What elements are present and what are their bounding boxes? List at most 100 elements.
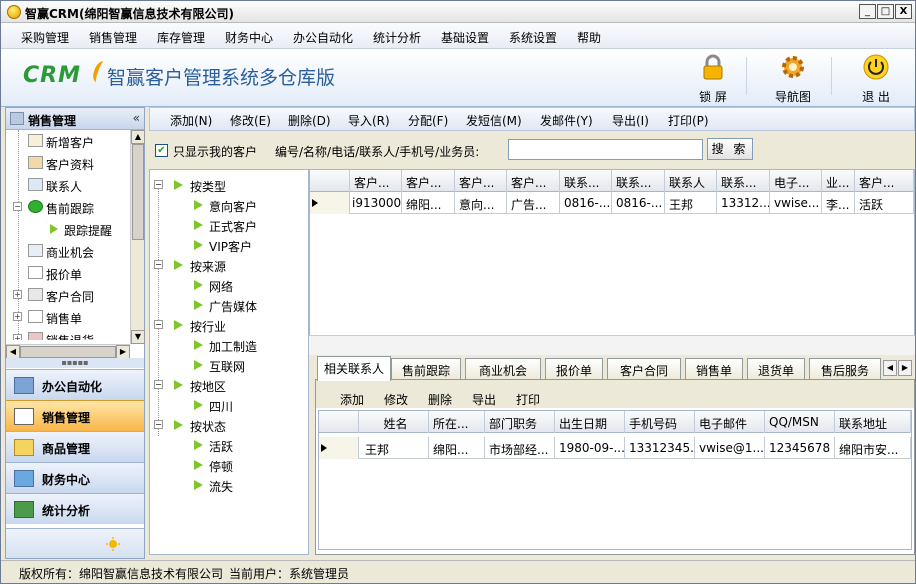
- column-header[interactable]: 手机号码: [625, 411, 695, 433]
- category-item[interactable]: 停顿: [150, 455, 308, 475]
- scroll-down-icon[interactable]: ▼: [131, 330, 145, 344]
- tab-presales-followup[interactable]: 售前跟踪: [391, 358, 461, 380]
- import-button[interactable]: 导入(R): [348, 112, 390, 129]
- column-header[interactable]: 联系人: [665, 170, 717, 192]
- column-header[interactable]: 部门职务: [485, 411, 555, 433]
- table-row[interactable]: i9130001 绵阳... 意向... 广告... 0816-... 0816…: [310, 192, 914, 214]
- contact-export-button[interactable]: 导出: [472, 391, 496, 408]
- tab-related-contacts[interactable]: 相关联系人: [317, 356, 391, 381]
- contact-edit-button[interactable]: 修改: [384, 391, 408, 408]
- table-cell[interactable]: 0816-...: [560, 192, 612, 214]
- tab-quotes[interactable]: 报价单: [545, 358, 603, 380]
- column-header[interactable]: 电子...: [770, 170, 822, 192]
- category-by-industry[interactable]: − 按行业: [150, 315, 308, 335]
- table-cell[interactable]: 13312...: [717, 192, 770, 214]
- add-button[interactable]: 添加(N): [170, 112, 212, 129]
- tree-item-new-customer[interactable]: 新增客户: [6, 130, 130, 152]
- search-input[interactable]: [508, 139, 703, 160]
- column-header[interactable]: 电子邮件: [695, 411, 765, 433]
- table-cell[interactable]: 绵阳...: [402, 192, 455, 214]
- column-header[interactable]: 出生日期: [555, 411, 625, 433]
- contact-delete-button[interactable]: 删除: [428, 391, 452, 408]
- menu-inventory[interactable]: 库存管理: [157, 29, 205, 46]
- collapse-icon[interactable]: «: [133, 111, 140, 125]
- menu-sales[interactable]: 销售管理: [89, 29, 137, 46]
- tree-item-presales[interactable]: − 售前跟踪: [6, 196, 130, 218]
- column-header[interactable]: QQ/MSN: [765, 411, 835, 433]
- column-header[interactable]: 所在...: [429, 411, 485, 433]
- tab-scroll-right-icon[interactable]: ▶: [898, 360, 912, 376]
- table-cell[interactable]: 绵阳...: [429, 437, 485, 459]
- nav-product-management[interactable]: 商品管理: [6, 431, 144, 462]
- contact-print-button[interactable]: 打印: [516, 391, 540, 408]
- table-cell[interactable]: 李...: [822, 192, 855, 214]
- table-cell[interactable]: 广告...: [507, 192, 560, 214]
- tree-item-quote[interactable]: 报价单: [6, 262, 130, 284]
- delete-button[interactable]: 删除(D): [288, 112, 331, 129]
- table-cell[interactable]: 意向...: [455, 192, 507, 214]
- tree-vertical-scrollbar[interactable]: ▲ ▼: [130, 130, 145, 344]
- tab-contracts[interactable]: 客户合同: [607, 358, 681, 380]
- nav-statistics[interactable]: 统计分析: [6, 493, 144, 524]
- expand-node-icon[interactable]: +: [13, 290, 22, 299]
- tree-item-contacts[interactable]: 联系人: [6, 174, 130, 196]
- column-header[interactable]: 客户...: [507, 170, 560, 192]
- category-item[interactable]: 意向客户: [150, 195, 308, 215]
- menu-office[interactable]: 办公自动化: [293, 29, 353, 46]
- category-item[interactable]: 流失: [150, 475, 308, 495]
- column-header[interactable]: 客户...: [402, 170, 455, 192]
- category-by-type[interactable]: − 按类型: [150, 175, 308, 195]
- maximize-button[interactable]: □: [877, 4, 894, 19]
- collapse-node-icon[interactable]: −: [154, 380, 163, 389]
- menu-system-settings[interactable]: 系统设置: [509, 29, 557, 46]
- tree-horizontal-scrollbar[interactable]: ◀ ▶: [6, 344, 130, 359]
- category-item[interactable]: VIP客户: [150, 235, 308, 255]
- table-cell[interactable]: 王邦: [665, 192, 717, 214]
- table-cell[interactable]: 市场部经...: [485, 437, 555, 459]
- scroll-thumb[interactable]: [132, 144, 144, 240]
- table-cell[interactable]: 绵阳市安...: [835, 437, 911, 459]
- menu-finance[interactable]: 财务中心: [225, 29, 273, 46]
- column-header[interactable]: 联系...: [560, 170, 612, 192]
- scroll-thumb[interactable]: [20, 346, 116, 358]
- assign-button[interactable]: 分配(F): [408, 112, 448, 129]
- category-item[interactable]: 正式客户: [150, 215, 308, 235]
- category-item[interactable]: 加工制造: [150, 335, 308, 355]
- email-button[interactable]: 发邮件(Y): [540, 112, 593, 129]
- table-cell[interactable]: 1980-09-...: [555, 437, 625, 459]
- category-item[interactable]: 四川: [150, 395, 308, 415]
- table-cell[interactable]: vwise...: [770, 192, 822, 214]
- export-button[interactable]: 导出(I): [612, 112, 649, 129]
- nav-finance-center[interactable]: 财务中心: [6, 462, 144, 493]
- category-item[interactable]: 网络: [150, 275, 308, 295]
- tree-item-followup-reminder[interactable]: 跟踪提醒: [6, 218, 130, 240]
- column-header[interactable]: 联系...: [717, 170, 770, 192]
- edit-button[interactable]: 修改(E): [230, 112, 271, 129]
- collapse-node-icon[interactable]: −: [154, 180, 163, 189]
- tab-scroll-left-icon[interactable]: ◀: [883, 360, 897, 376]
- table-cell[interactable]: vwise@1...: [695, 437, 765, 459]
- tree-item-opportunity[interactable]: 商业机会: [6, 240, 130, 262]
- tree-item-sales-return[interactable]: + 销售退货: [6, 328, 130, 340]
- menu-help[interactable]: 帮助: [577, 29, 601, 46]
- column-header[interactable]: 联系地址: [835, 411, 911, 433]
- tree-item-contract[interactable]: + 客户合同: [6, 284, 130, 306]
- exit-button[interactable]: 退 出: [846, 53, 906, 104]
- table-cell[interactable]: 0816-...: [612, 192, 665, 214]
- category-item[interactable]: 活跃: [150, 435, 308, 455]
- collapse-node-icon[interactable]: −: [154, 420, 163, 429]
- navigation-map-button[interactable]: 导航图: [763, 53, 823, 104]
- table-cell[interactable]: 12345678: [765, 437, 835, 459]
- column-header[interactable]: 客户...: [350, 170, 402, 192]
- menu-stats[interactable]: 统计分析: [373, 29, 421, 46]
- table-row[interactable]: 王邦 绵阳... 市场部经... 1980-09-... 13312345...…: [319, 437, 911, 459]
- tab-sales-orders[interactable]: 销售单: [685, 358, 743, 380]
- column-header[interactable]: 姓名: [359, 411, 429, 433]
- collapse-node-icon[interactable]: −: [154, 260, 163, 269]
- close-button[interactable]: X: [895, 4, 912, 19]
- column-header[interactable]: 联系...: [612, 170, 665, 192]
- tab-opportunities[interactable]: 商业机会: [465, 358, 541, 380]
- category-by-region[interactable]: − 按地区: [150, 375, 308, 395]
- table-cell[interactable]: 王邦: [359, 437, 429, 459]
- column-header[interactable]: 客户...: [855, 170, 914, 192]
